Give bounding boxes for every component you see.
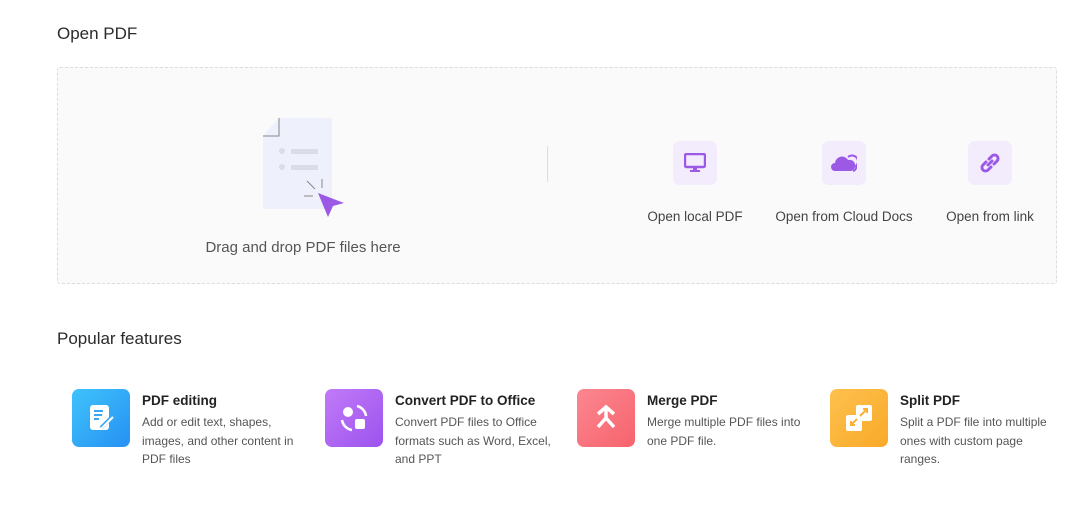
feature-description: Merge multiple PDF files into one PDF fi… xyxy=(647,415,801,448)
monitor-icon xyxy=(684,153,706,172)
feature-description: Convert PDF files to Office formats such… xyxy=(395,415,551,466)
open-cloud-docs-label: Open from Cloud Docs xyxy=(775,209,913,224)
open-local-pdf-label: Open local PDF xyxy=(647,209,743,224)
drop-zone[interactable]: Drag and drop PDF files here Open local … xyxy=(57,67,1057,284)
feature-title: Split PDF xyxy=(900,393,960,408)
divider xyxy=(547,146,548,182)
open-from-link-button[interactable]: Open from link xyxy=(910,141,1070,224)
feature-title: PDF editing xyxy=(142,393,217,408)
open-from-link-label: Open from link xyxy=(946,209,1034,224)
merge-icon xyxy=(596,404,616,429)
open-pdf-heading: Open PDF xyxy=(57,24,138,43)
feature-description: Add or edit text, shapes, images, and ot… xyxy=(142,415,294,466)
feature-title: Merge PDF xyxy=(647,393,718,408)
popular-features-heading: Popular features xyxy=(57,329,182,348)
drag-drop-text: Drag and drop PDF files here xyxy=(205,239,401,256)
edit-document-icon xyxy=(90,405,114,430)
feature-description: Split a PDF file into multiple ones with… xyxy=(900,415,1047,466)
open-local-pdf-button[interactable]: Open local PDF xyxy=(615,141,775,224)
split-icon xyxy=(846,405,872,431)
cloud-icon xyxy=(831,154,857,172)
feature-title: Convert PDF to Office xyxy=(395,393,536,408)
convert-icon xyxy=(340,404,368,432)
link-icon xyxy=(980,153,1000,173)
document-drop-icon xyxy=(263,118,344,217)
open-cloud-docs-button[interactable]: Open from Cloud Docs xyxy=(764,141,924,224)
